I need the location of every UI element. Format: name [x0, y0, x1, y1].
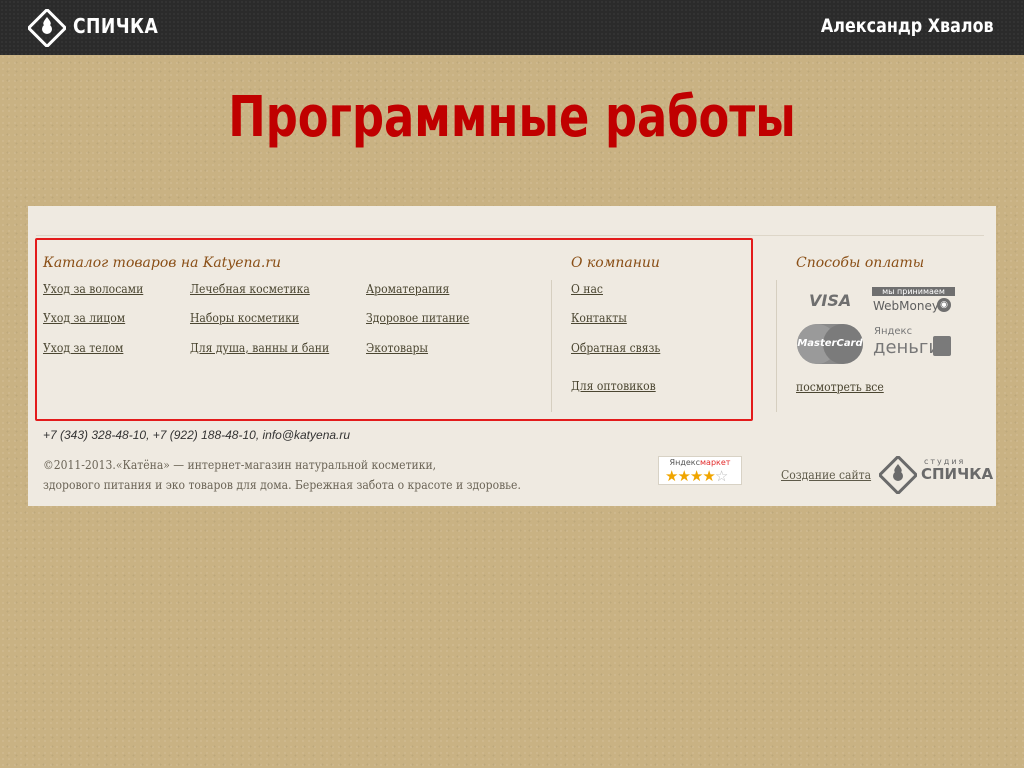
webmoney-globe-icon: ◉: [937, 298, 951, 312]
company-link[interactable]: О нас: [571, 282, 603, 296]
top-bar: СПИЧКА Александр Хвалов: [0, 0, 1024, 55]
star-empty-icon: ☆: [714, 467, 728, 485]
catalog-link[interactable]: Уход за лицом: [43, 311, 125, 325]
star-icon: ★: [677, 467, 690, 485]
company-link[interactable]: Для оптовиков: [571, 379, 656, 393]
contact-info: +7 (343) 328-48-10, +7 (922) 188-48-10, …: [43, 428, 351, 442]
catalog-link[interactable]: Здоровое питание: [366, 311, 469, 325]
company-link[interactable]: Обратная связь: [571, 341, 660, 355]
market-title: Яндексмаркет: [659, 458, 741, 467]
studio-name: СПИЧКА: [921, 465, 994, 483]
rating-stars: ★★★★☆: [665, 467, 728, 485]
divider: [36, 235, 984, 236]
match-logo-icon: [28, 9, 66, 47]
webmoney-logo: WebMoney: [873, 299, 939, 313]
copyright-line: ©2011-2013.«Катёна» — интернет-магазин н…: [43, 458, 437, 472]
yandex-market-badge[interactable]: Яндексмаркет ★★★★☆: [658, 456, 742, 485]
catalog-link[interactable]: Лечебная косметика: [190, 282, 310, 296]
yandex-wallet-icon: [933, 336, 951, 356]
yandex-money-label: деньги: [873, 337, 941, 358]
payment-heading: Способы оплаты: [796, 255, 925, 271]
catalog-link[interactable]: Уход за волосами: [43, 282, 143, 296]
copyright-line: здорового питания и эко товаров для дома…: [43, 478, 521, 492]
visa-logo: VISA: [809, 291, 852, 310]
catalog-link[interactable]: Уход за телом: [43, 341, 123, 355]
catalog-link[interactable]: Ароматерапия: [366, 282, 449, 296]
slide-title: Программные работы: [228, 85, 796, 150]
site-creation-link[interactable]: Создание сайта: [781, 468, 871, 482]
mastercard-logo: MasterCard: [797, 324, 863, 364]
catalog-link[interactable]: Наборы косметики: [190, 311, 299, 325]
webmoney-badge: мы принимаем: [872, 287, 955, 296]
column-separator: [551, 280, 552, 412]
mastercard-label: MasterCard: [797, 338, 863, 349]
see-all-link[interactable]: посмотреть все: [796, 380, 884, 394]
star-icon: ★: [665, 467, 678, 485]
company-heading: О компании: [571, 255, 660, 271]
yandex-money-small-label: Яндекс: [874, 326, 913, 337]
market-brand: Яндекс: [669, 458, 701, 467]
brand-name: СПИЧКА: [73, 14, 159, 38]
catalog-heading: Каталог товаров на Katyena.ru: [43, 255, 282, 271]
star-icon: ★: [689, 467, 703, 485]
footer-screenshot: Каталог товаров на Katyena.ru Уход за во…: [28, 206, 996, 506]
catalog-link[interactable]: Экотовары: [366, 341, 428, 355]
author-name: Александр Хвалов: [821, 15, 994, 37]
star-icon: ★: [702, 467, 715, 485]
column-separator: [776, 280, 777, 412]
market-label: маркет: [700, 458, 731, 467]
catalog-link[interactable]: Для душа, ванны и бани: [190, 341, 329, 355]
company-link[interactable]: Контакты: [571, 311, 627, 325]
studio-logo-icon[interactable]: [879, 456, 917, 494]
